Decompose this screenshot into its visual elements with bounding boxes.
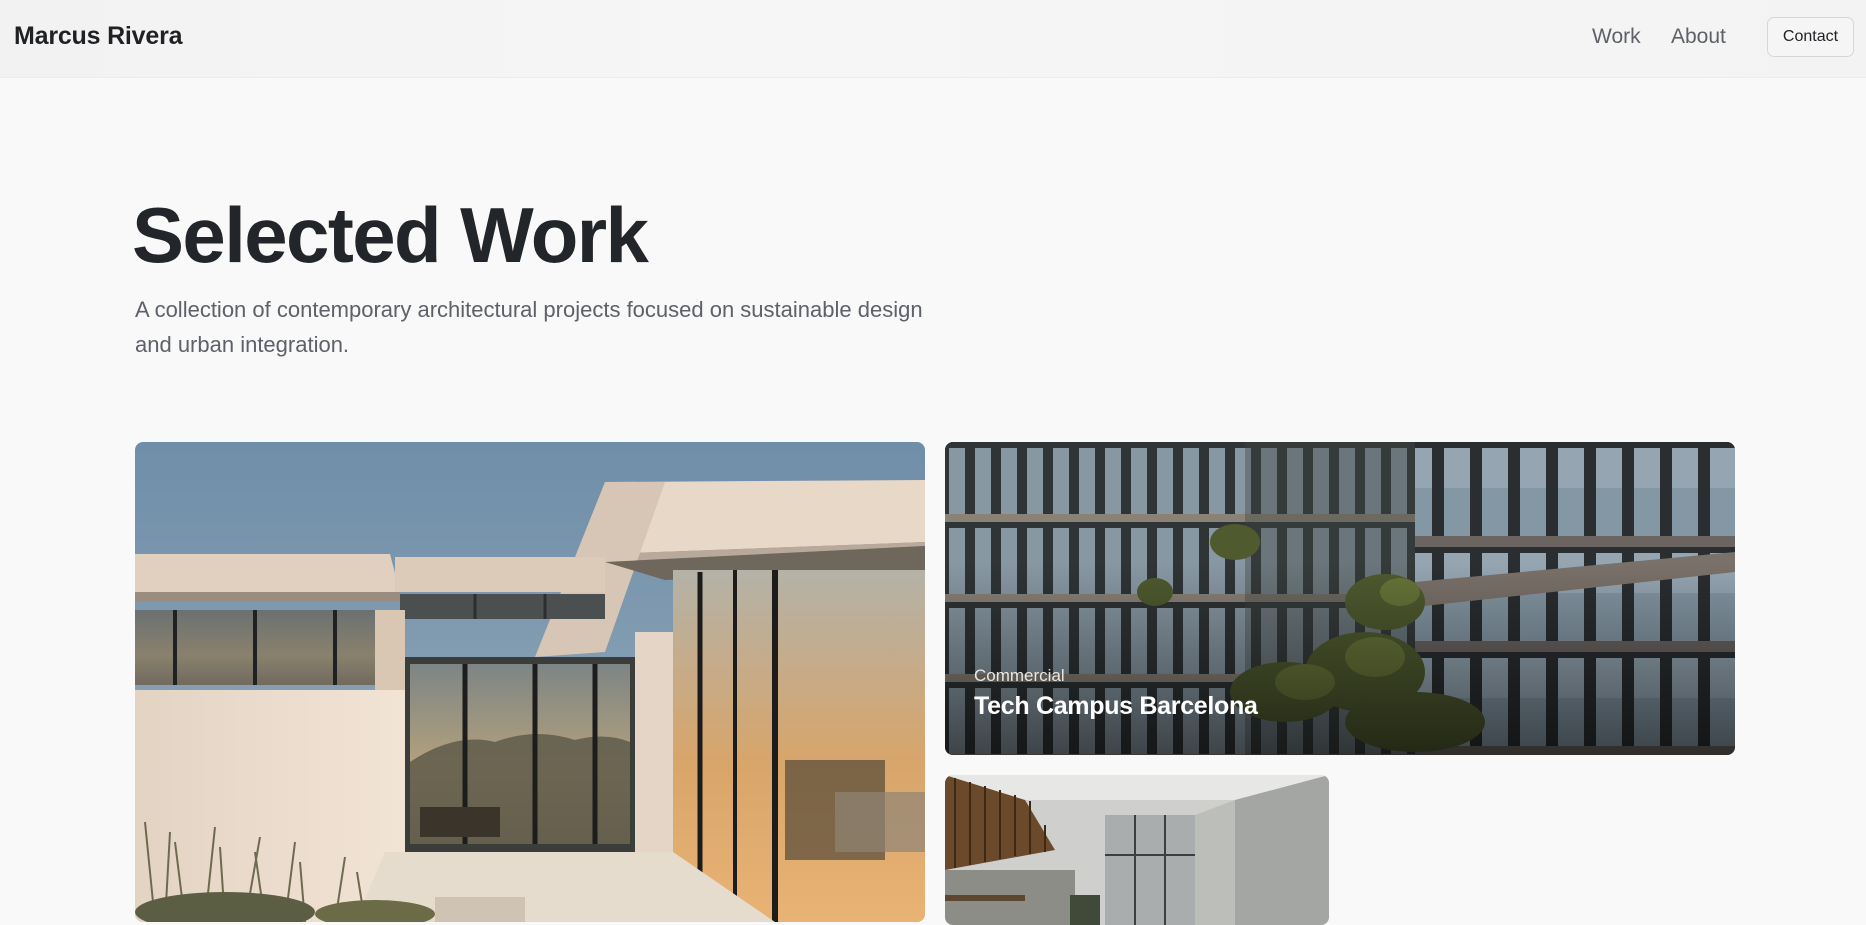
- project-image-concrete-interior: [945, 775, 1329, 925]
- project-caption-tech-campus-barcelona: Commercial Tech Campus Barcelona: [974, 666, 1258, 721]
- project-card-concrete-interior[interactable]: [945, 775, 1329, 925]
- nav-link-work[interactable]: Work: [1592, 25, 1641, 49]
- project-category: Commercial: [974, 666, 1065, 685]
- page-subtitle: A collection of contemporary architectur…: [135, 297, 923, 357]
- project-card-tech-campus-barcelona[interactable]: Commercial Tech Campus Barcelona: [945, 442, 1735, 755]
- project-image-modern-house: [135, 442, 925, 922]
- brand-logo-link[interactable]: Marcus Rivera: [14, 22, 183, 51]
- page-title: Selected Work: [132, 191, 649, 279]
- site-header: Marcus Rivera Work About Contact: [0, 0, 1866, 78]
- project-title: Tech Campus Barcelona: [974, 692, 1258, 720]
- project-card-modern-house[interactable]: [135, 442, 925, 922]
- contact-button[interactable]: Contact: [1767, 17, 1854, 57]
- nav-link-about[interactable]: About: [1671, 25, 1726, 49]
